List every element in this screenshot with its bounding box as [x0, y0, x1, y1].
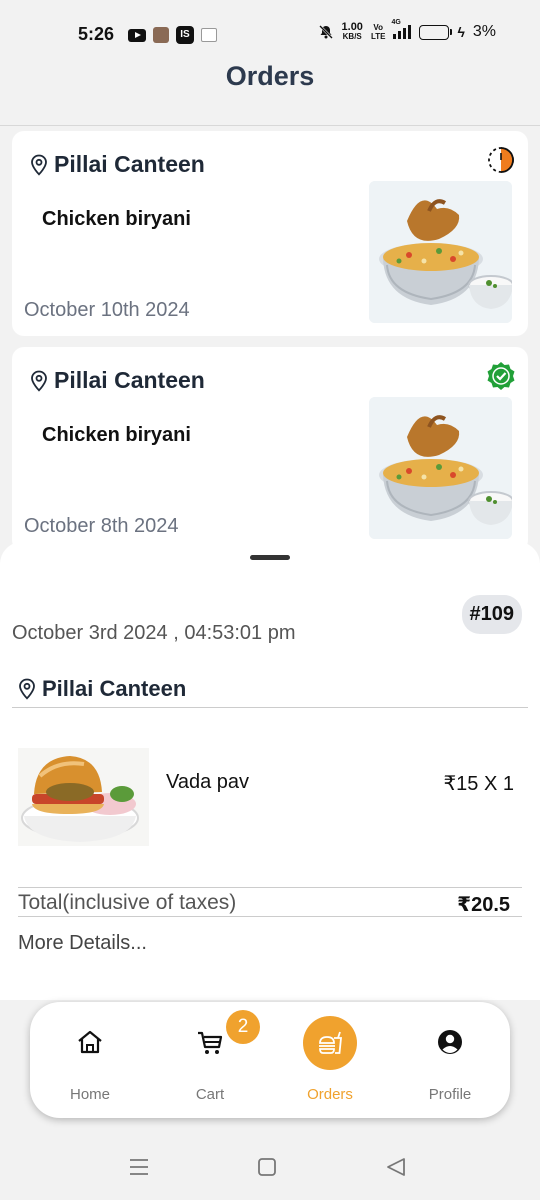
- battery-percent: 3%: [472, 23, 496, 40]
- back-icon[interactable]: [384, 1155, 408, 1179]
- divider: [18, 916, 522, 917]
- page-title: Orders: [225, 61, 315, 91]
- order-detail-sheet: #109 October 3rd 2024 , 04:53:01 pm Pill…: [0, 542, 540, 1002]
- app-notification-icon: [153, 27, 169, 43]
- total-label: Total(inclusive of taxes): [18, 891, 237, 914]
- more-details-link[interactable]: More Details...: [18, 932, 147, 955]
- nav-profile[interactable]: Profile: [390, 1002, 510, 1118]
- divider: [12, 707, 528, 708]
- sheet-drag-handle[interactable]: [250, 555, 290, 560]
- order-date: October 10th 2024: [24, 299, 190, 321]
- item-price-quantity: ₹15 X 1: [443, 773, 514, 795]
- location-pin-icon: [19, 678, 35, 700]
- order-datetime: October 3rd 2024 , 04:53:01 pm: [12, 622, 296, 644]
- notification-thumb-icon: [201, 28, 217, 42]
- signal-icon: 4G: [391, 19, 412, 39]
- store-name: Pillai Canteen: [54, 367, 205, 393]
- store-name: Pillai Canteen: [54, 151, 205, 177]
- network-speed: 1.00 KB/S: [341, 21, 363, 42]
- home-icon: [78, 1030, 102, 1054]
- biryani-image: [369, 397, 512, 539]
- biryani-image: [369, 181, 512, 323]
- burger-drink-icon: [319, 1031, 342, 1054]
- status-bar: 5:26 IS 1.00 KB/S Vo LTE 4G ϟ 3%: [0, 0, 540, 62]
- store-name: Pillai Canteen: [42, 676, 187, 701]
- volte-indicator: Vo LTE: [370, 23, 386, 41]
- cart-count-badge: 2: [226, 1010, 260, 1044]
- youtube-icon: [128, 28, 146, 42]
- charging-icon: ϟ: [457, 24, 465, 40]
- order-item-name: Chicken biryani: [42, 208, 191, 230]
- home-button-icon[interactable]: [255, 1155, 279, 1179]
- cart-icon: [198, 1031, 223, 1054]
- profile-icon: [438, 1030, 462, 1054]
- completed-check-icon: [487, 362, 515, 390]
- is-app-icon: IS: [176, 26, 194, 44]
- nav-home[interactable]: Home: [30, 1002, 150, 1118]
- status-time: 5:26: [78, 24, 115, 44]
- order-card[interactable]: Pillai Canteen Chicken biryani October 8…: [12, 347, 528, 552]
- header: Orders: [0, 62, 540, 126]
- battery-icon: [419, 24, 453, 40]
- bell-muted-icon: [318, 25, 333, 39]
- order-number-badge: #109: [461, 595, 522, 634]
- nav-orders[interactable]: Orders: [270, 1002, 390, 1118]
- location-pin-icon: [31, 154, 47, 176]
- location-pin-icon: [31, 370, 47, 392]
- pending-timer-icon: [488, 147, 514, 173]
- item-name: Vada pav: [166, 771, 250, 793]
- bottom-nav: Home 2 Cart Orders Profile: [30, 1002, 510, 1118]
- nav-label: Profile: [428, 1086, 472, 1103]
- system-nav-bar: [0, 1133, 540, 1200]
- nav-label: Orders: [307, 1086, 353, 1103]
- recent-apps-icon[interactable]: [127, 1155, 151, 1179]
- order-card[interactable]: Pillai Canteen Chicken biryani October 1…: [12, 131, 528, 336]
- nav-label: Home: [69, 1086, 110, 1103]
- vada-pav-image: [18, 748, 149, 846]
- nav-cart[interactable]: 2 Cart: [150, 1002, 270, 1118]
- order-date: October 8th 2024: [24, 515, 179, 537]
- divider: [18, 887, 522, 888]
- total-value: ₹20.5: [457, 894, 510, 916]
- nav-label: Cart: [195, 1086, 225, 1103]
- order-item-name: Chicken biryani: [42, 424, 191, 446]
